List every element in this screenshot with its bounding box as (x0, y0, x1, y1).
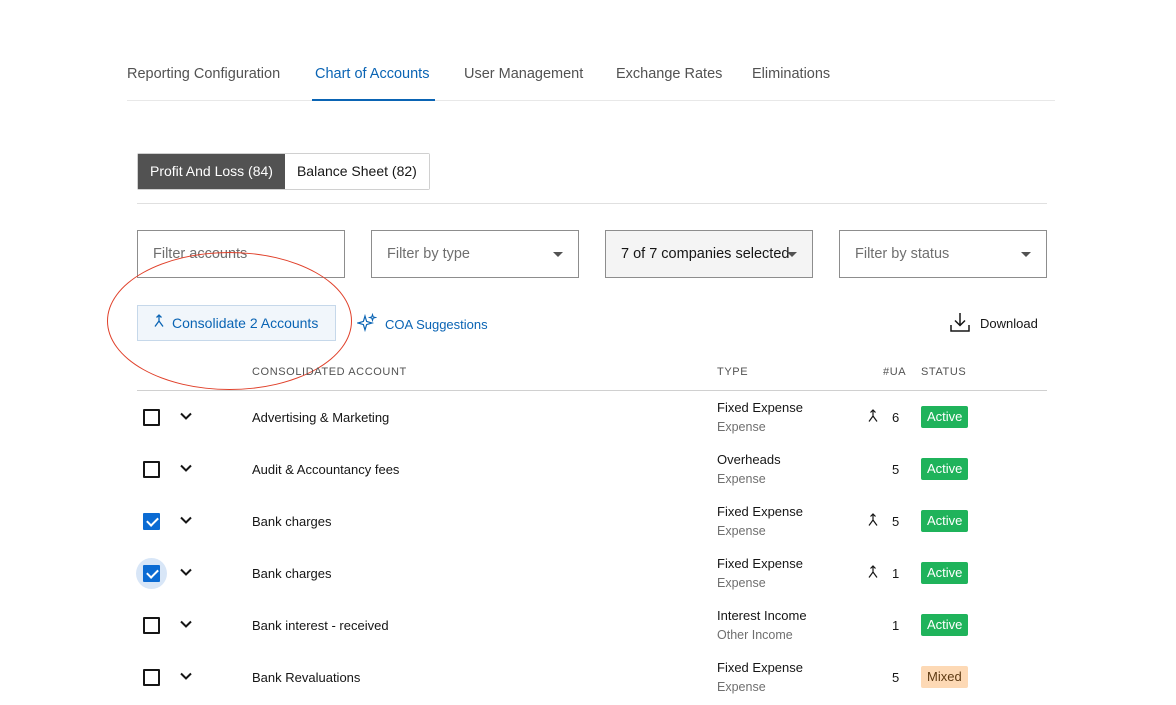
tab-chart-of-accounts[interactable]: Chart of Accounts (315, 66, 429, 82)
account-name: Bank charges (252, 514, 332, 529)
ua-count: 5 (892, 462, 900, 477)
table-row: Advertising & Marketing Fixed Expense Ex… (137, 391, 1047, 443)
ua-count: 5 (892, 670, 900, 685)
filter-accounts-input[interactable] (137, 230, 345, 278)
status-badge: Active (921, 406, 969, 428)
account-subtype: Expense (717, 576, 766, 590)
download-button[interactable]: Download (949, 311, 1038, 336)
section-divider (137, 203, 1047, 204)
tab-reporting-configuration[interactable]: Reporting Configuration (127, 66, 280, 82)
account-type: Overheads (717, 452, 781, 467)
ua-count: 1 (892, 566, 900, 581)
table-row: Bank Revaluations Fixed Expense Expense … (137, 651, 1047, 703)
row-checkbox[interactable] (143, 409, 160, 426)
sparkle-icon (355, 312, 385, 336)
companies-select[interactable]: 7 of 7 companies selected (605, 230, 813, 278)
header-consolidated-account[interactable]: CONSOLIDATED ACCOUNT (252, 366, 407, 378)
row-checkbox[interactable] (143, 565, 160, 582)
row-checkbox[interactable] (143, 617, 160, 634)
download-label: Download (980, 316, 1038, 331)
account-type: Fixed Expense (717, 400, 803, 415)
account-type: Fixed Expense (717, 556, 803, 571)
active-tab-indicator (312, 99, 435, 101)
account-subtype: Expense (717, 680, 766, 694)
merge-icon (868, 409, 878, 422)
chevron-down-icon[interactable] (179, 461, 193, 475)
account-subtype: Expense (717, 524, 766, 538)
account-name: Audit & Accountancy fees (252, 462, 400, 477)
chevron-down-icon[interactable] (179, 513, 193, 527)
profit-and-loss-button[interactable]: Profit And Loss (84) (138, 154, 285, 189)
status-badge: Active (921, 614, 969, 636)
status-badge: Mixed (921, 666, 968, 688)
account-name: Advertising & Marketing (252, 410, 390, 425)
account-type: Fixed Expense (717, 504, 803, 519)
header-type[interactable]: TYPE (717, 366, 748, 378)
account-name: Bank charges (252, 566, 332, 581)
row-checkbox[interactable] (143, 461, 160, 478)
status-badge: Active (921, 562, 969, 584)
table-row: Bank charges Fixed Expense Expense 5 Act… (137, 495, 1047, 547)
account-subtype: Other Income (717, 628, 793, 642)
consolidate-accounts-button[interactable]: Consolidate 2 Accounts (137, 305, 336, 341)
account-subtype: Expense (717, 420, 766, 434)
ua-count: 6 (892, 410, 900, 425)
table-row: Bank charges Fixed Expense Expense 1 Act… (136, 547, 1047, 599)
merge-icon (868, 513, 878, 526)
account-name: Bank Revaluations (252, 670, 361, 685)
account-subtype: Expense (717, 472, 766, 486)
ua-count: 5 (892, 514, 900, 529)
merge-icon (152, 306, 166, 340)
chevron-down-icon[interactable] (179, 669, 193, 683)
consolidate-label: Consolidate 2 Accounts (172, 315, 319, 331)
status-badge: Active (921, 510, 969, 532)
coa-suggestions-label: COA Suggestions (385, 317, 488, 332)
row-checkbox[interactable] (143, 669, 160, 686)
account-type: Fixed Expense (717, 660, 803, 675)
merge-icon (868, 565, 878, 578)
tab-exchange-rates[interactable]: Exchange Rates (616, 66, 722, 82)
header-status[interactable]: STATUS (921, 366, 966, 378)
row-checkbox[interactable] (143, 513, 160, 530)
tab-eliminations[interactable]: Eliminations (752, 66, 830, 82)
header-ua[interactable]: #UA (883, 366, 906, 378)
account-name: Bank interest - received (252, 618, 389, 633)
table-row: Bank interest - received Interest Income… (137, 599, 1047, 651)
filter-type-select[interactable]: Filter by type (371, 230, 579, 278)
statement-switcher: Profit And Loss (84) Balance Sheet (82) (137, 153, 430, 190)
top-nav: Reporting Configuration Chart of Account… (127, 52, 1055, 101)
download-icon (949, 311, 980, 336)
balance-sheet-button[interactable]: Balance Sheet (82) (284, 154, 429, 189)
chevron-down-icon[interactable] (179, 617, 193, 631)
tab-user-management[interactable]: User Management (464, 66, 583, 82)
ua-count: 1 (892, 618, 900, 633)
coa-suggestions-button[interactable]: COA Suggestions (355, 312, 488, 336)
table-row: Audit & Accountancy fees Overheads Expen… (137, 443, 1047, 495)
chevron-down-icon[interactable] (179, 409, 193, 423)
status-badge: Active (921, 458, 969, 480)
chevron-down-icon[interactable] (179, 565, 193, 579)
filter-status-select[interactable]: Filter by status (839, 230, 1047, 278)
account-type: Interest Income (717, 608, 807, 623)
